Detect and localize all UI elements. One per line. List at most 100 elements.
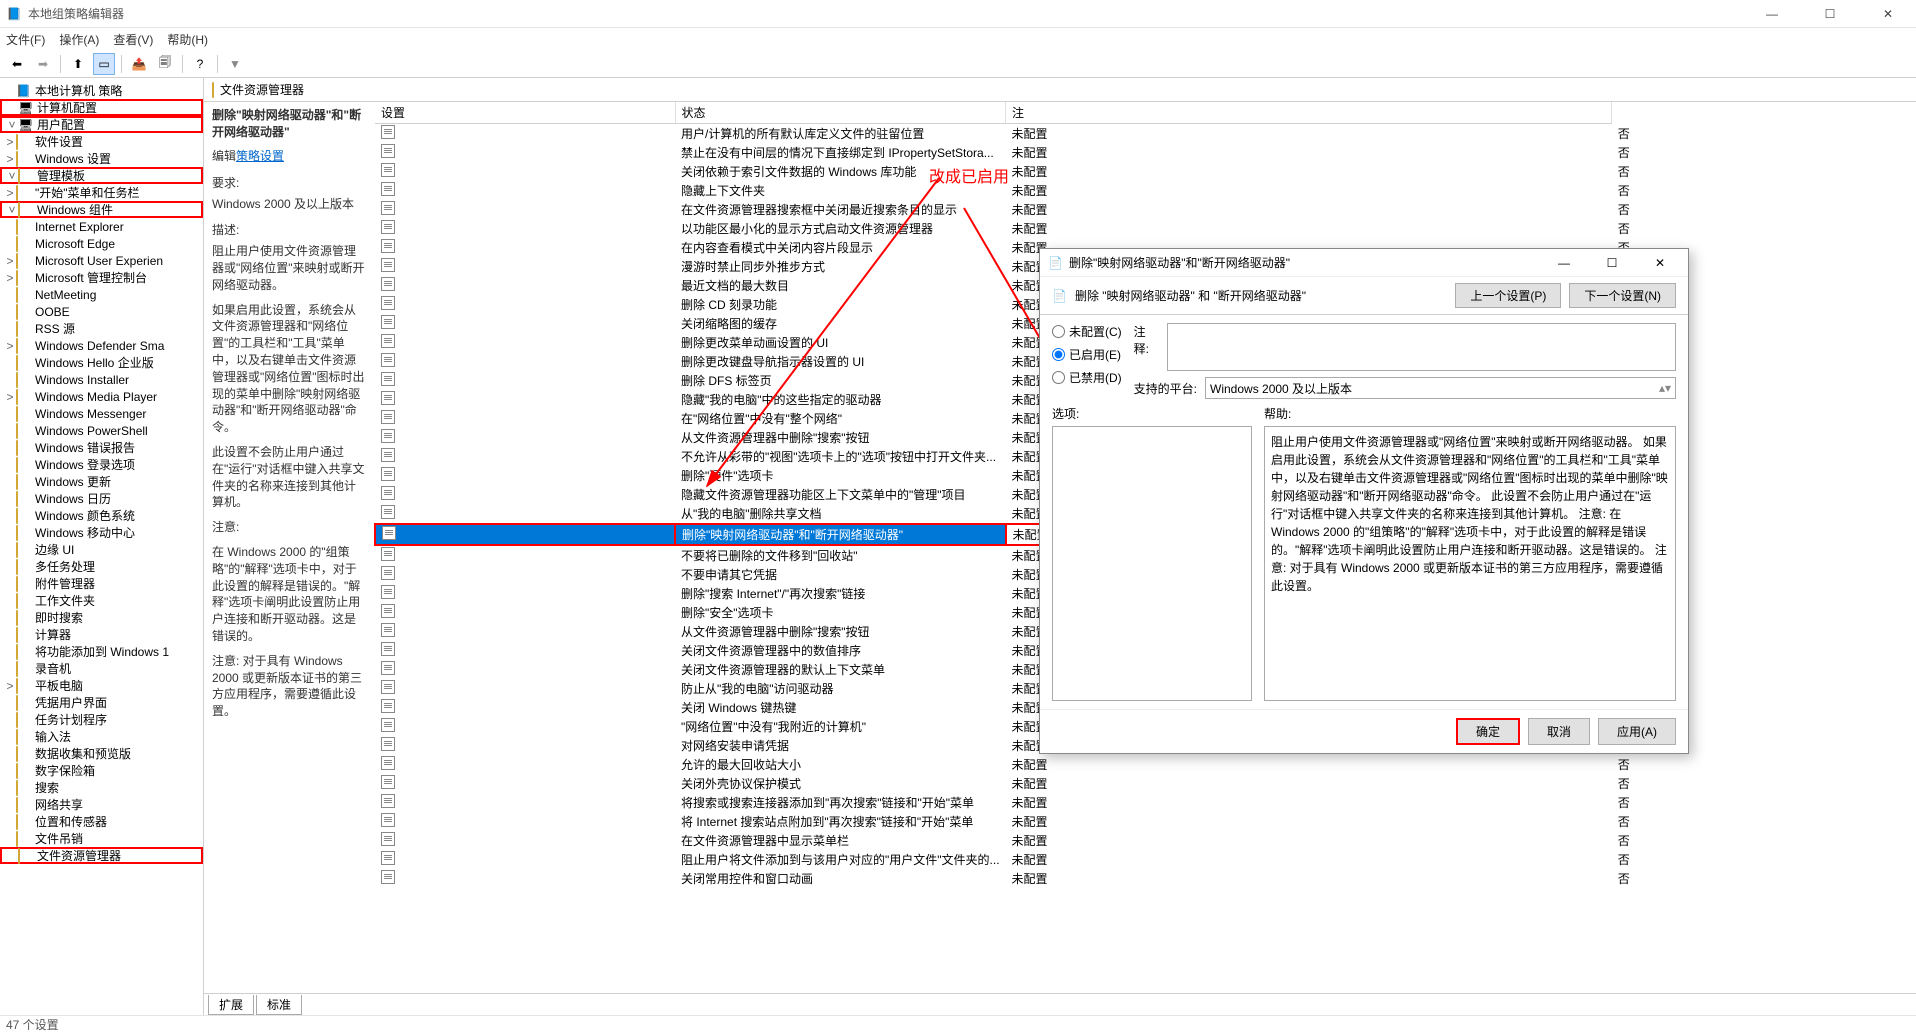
tree-item[interactable]: 工作文件夹 [0, 592, 203, 609]
tree-item[interactable]: 文件资源管理器 [0, 847, 203, 864]
menu-item[interactable]: 查看(V) [113, 31, 153, 48]
folder-icon [16, 815, 32, 829]
tree-item[interactable]: Windows PowerShell [0, 422, 203, 439]
tree-item[interactable]: Windows 更新 [0, 473, 203, 490]
radio-disabled[interactable]: 已禁用(D) [1052, 369, 1122, 386]
list-item[interactable]: 禁止在没有中间层的情况下直接绑定到 IPropertySetStora...未配… [375, 143, 1915, 162]
tree-item[interactable]: Internet Explorer [0, 218, 203, 235]
list-item[interactable]: 允许的最大回收站大小未配置否 [375, 755, 1915, 774]
tree-item[interactable]: 📘本地计算机 策略 [0, 82, 203, 99]
tree-item[interactable]: 文件吊销 [0, 830, 203, 847]
tree-item[interactable]: 将功能添加到 Windows 1 [0, 643, 203, 660]
tab-standard[interactable]: 标准 [256, 995, 302, 1015]
tree-item[interactable]: Microsoft Edge [0, 235, 203, 252]
tree-pane[interactable]: 📘本地计算机 策略🖥计算机配置˅🖥用户配置>软件设置>Windows 设置˅管理… [0, 78, 204, 1015]
list-item[interactable]: 以功能区最小化的显示方式启动文件资源管理器未配置否 [375, 219, 1915, 238]
policy-icon [381, 315, 395, 329]
list-item[interactable]: 在文件资源管理器中显示菜单栏未配置否 [375, 831, 1915, 850]
col-comment[interactable]: 注 [1006, 102, 1612, 124]
help-button[interactable]: ? [189, 53, 211, 75]
forward-button[interactable]: ➡ [32, 53, 54, 75]
list-item[interactable]: 将搜索或搜索连接器添加到"再次搜索"链接和"开始"菜单未配置否 [375, 793, 1915, 812]
list-item[interactable]: 关闭外壳协议保护模式未配置否 [375, 774, 1915, 793]
export-button[interactable]: 📤 [128, 53, 150, 75]
list-item[interactable]: 隐藏上下文件夹未配置否 [375, 181, 1915, 200]
list-item[interactable]: 在文件资源管理器搜索框中关闭最近搜索条目的显示未配置否 [375, 200, 1915, 219]
tree-item[interactable]: Windows Installer [0, 371, 203, 388]
policy-icon [381, 585, 395, 599]
tree-item[interactable]: 数据收集和预览版 [0, 745, 203, 762]
tree-item[interactable]: 任务计划程序 [0, 711, 203, 728]
tree-item[interactable]: 网络共享 [0, 796, 203, 813]
show-hide-button[interactable]: ▭ [93, 53, 115, 75]
tree-item[interactable]: >Windows 设置 [0, 150, 203, 167]
tree-item[interactable]: Windows 错误报告 [0, 439, 203, 456]
tree-item[interactable]: >Microsoft User Experien [0, 252, 203, 269]
tree-item[interactable]: Windows Messenger [0, 405, 203, 422]
list-item[interactable]: 关闭常用控件和窗口动画未配置否 [375, 869, 1915, 888]
tree-item[interactable]: 搜索 [0, 779, 203, 796]
list-item[interactable]: 关闭依赖于索引文件数据的 Windows 库功能未配置否 [375, 162, 1915, 181]
menu-item[interactable]: 文件(F) [6, 31, 45, 48]
radio-enabled[interactable]: 已启用(E) [1052, 346, 1122, 363]
col-state[interactable]: 状态 [675, 102, 1006, 124]
list-item[interactable]: 用户/计算机的所有默认库定义文件的驻留位置未配置否 [375, 124, 1915, 144]
edit-policy-link[interactable]: 策略设置 [236, 149, 284, 163]
tree-item[interactable]: >软件设置 [0, 133, 203, 150]
filter-button[interactable]: ▼ [224, 53, 246, 75]
tree-item[interactable]: 凭据用户界面 [0, 694, 203, 711]
tree-item[interactable]: ˅Windows 组件 [0, 201, 203, 218]
list-item[interactable]: 阻止用户将文件添加到与该用户对应的"用户文件"文件夹的...未配置否 [375, 850, 1915, 869]
tree-item[interactable]: >平板电脑 [0, 677, 203, 694]
tree-item[interactable]: >Windows Media Player [0, 388, 203, 405]
tree-item[interactable]: >Microsoft 管理控制台 [0, 269, 203, 286]
tree-item[interactable]: 数字保险箱 [0, 762, 203, 779]
tree-item[interactable]: 位置和传感器 [0, 813, 203, 830]
tree-item[interactable]: RSS 源 [0, 320, 203, 337]
back-button[interactable]: ⬅ [6, 53, 28, 75]
tree-item[interactable]: Windows 颜色系统 [0, 507, 203, 524]
tree-item[interactable]: Windows 登录选项 [0, 456, 203, 473]
minimize-button[interactable]: — [1750, 7, 1794, 21]
dialog-maximize-button[interactable]: ☐ [1592, 256, 1632, 270]
prev-setting-button[interactable]: 上一个设置(P) [1455, 283, 1561, 308]
folder-icon [16, 390, 32, 404]
list-item[interactable]: 将 Internet 搜索站点附加到"再次搜索"链接和"开始"菜单未配置否 [375, 812, 1915, 831]
maximize-button[interactable]: ☐ [1808, 7, 1852, 21]
tree-item[interactable]: Windows Hello 企业版 [0, 354, 203, 371]
dialog-close-button[interactable]: ✕ [1640, 256, 1680, 270]
close-button[interactable]: ✕ [1866, 7, 1910, 21]
tree-item[interactable]: 边缘 UI [0, 541, 203, 558]
tree-item[interactable]: 即时搜索 [0, 609, 203, 626]
tree-item[interactable]: NetMeeting [0, 286, 203, 303]
tree-item[interactable]: 多任务处理 [0, 558, 203, 575]
tree-item[interactable]: Windows 日历 [0, 490, 203, 507]
col-setting[interactable]: 设置 [375, 102, 675, 124]
properties-button[interactable]: 🗐 [154, 53, 176, 75]
tree-item[interactable]: 输入法 [0, 728, 203, 745]
apply-button[interactable]: 应用(A) [1598, 718, 1676, 745]
tab-extended[interactable]: 扩展 [208, 995, 254, 1015]
policy-icon [381, 870, 395, 884]
tree-item[interactable]: Windows 移动中心 [0, 524, 203, 541]
tree-item[interactable]: ˅管理模板 [0, 167, 203, 184]
tree-item[interactable]: ˅🖥用户配置 [0, 116, 203, 133]
separator [121, 55, 122, 73]
radio-not-configured[interactable]: 未配置(C) [1052, 323, 1122, 340]
tree-item[interactable]: OOBE [0, 303, 203, 320]
dialog-minimize-button[interactable]: — [1544, 256, 1584, 270]
tree-item[interactable]: 附件管理器 [0, 575, 203, 592]
tree-item[interactable]: >"开始"菜单和任务栏 [0, 184, 203, 201]
folder-icon [16, 288, 32, 302]
tree-item[interactable]: 录音机 [0, 660, 203, 677]
tree-item[interactable]: 🖥计算机配置 [0, 99, 203, 116]
menu-item[interactable]: 帮助(H) [167, 31, 208, 48]
comment-field[interactable] [1167, 323, 1676, 371]
ok-button[interactable]: 确定 [1456, 718, 1520, 745]
tree-item[interactable]: >Windows Defender Sma [0, 337, 203, 354]
up-button[interactable]: ⬆ [67, 53, 89, 75]
next-setting-button[interactable]: 下一个设置(N) [1569, 283, 1676, 308]
tree-item[interactable]: 计算器 [0, 626, 203, 643]
menu-item[interactable]: 操作(A) [59, 31, 99, 48]
cancel-button[interactable]: 取消 [1528, 718, 1590, 745]
